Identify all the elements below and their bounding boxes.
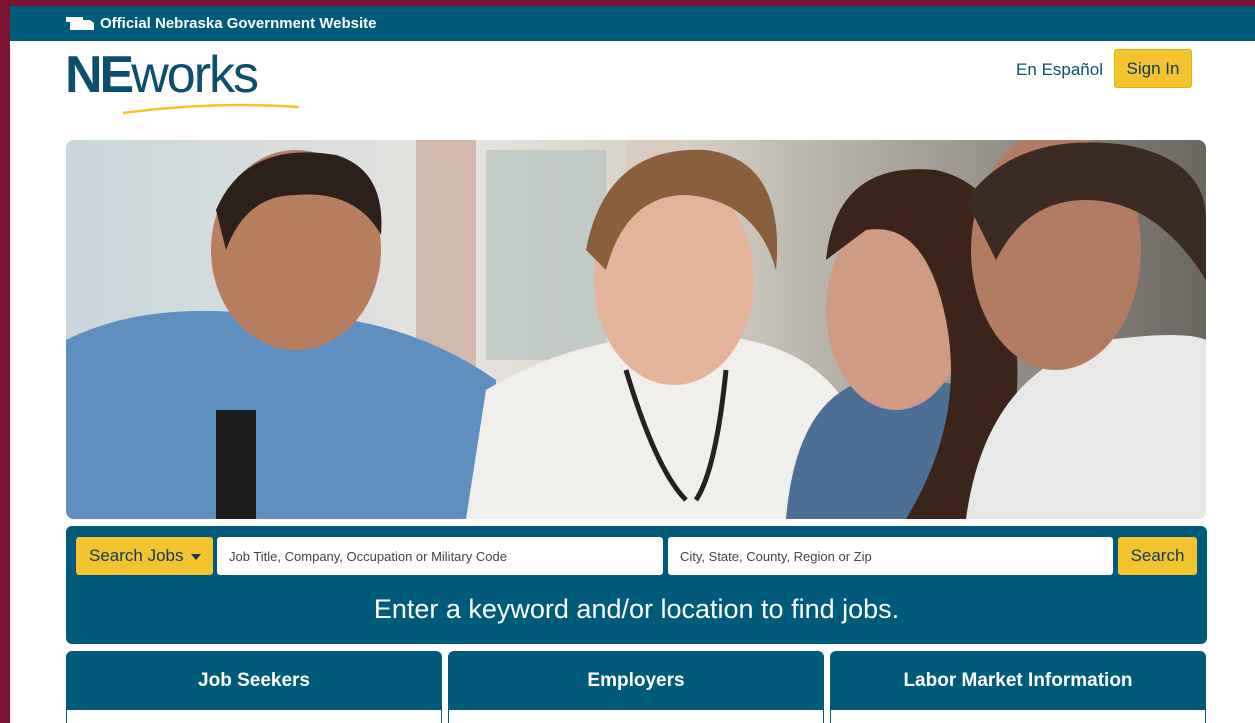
search-mode-label: Search Jobs <box>89 546 184 565</box>
card-title: Labor Market Information <box>903 670 1133 691</box>
search-button[interactable]: Search <box>1118 537 1197 575</box>
logo-swoosh <box>122 103 300 115</box>
caret-down-icon <box>190 553 201 560</box>
nebraska-state-icon <box>66 17 94 30</box>
location-search-input[interactable] <box>668 537 1113 575</box>
employers-card[interactable]: Employers <box>448 651 824 723</box>
sign-in-button[interactable]: Sign In <box>1114 49 1192 88</box>
neworks-logo[interactable]: NEworks <box>65 46 300 115</box>
labor-market-information-card[interactable]: Labor Market Information <box>830 651 1206 723</box>
hero-image <box>66 140 1206 519</box>
logo-ne: NE <box>65 46 134 104</box>
official-government-text: Official Nebraska Government Website <box>100 15 377 32</box>
card-title: Employers <box>587 670 685 691</box>
search-hint-text: Enter a keyword and/or location to find … <box>373 594 900 624</box>
hero-photo-healthcare-workers <box>66 140 1206 519</box>
job-search-panel: Search Jobs Search Enter a keyword and/o… <box>66 526 1207 644</box>
card-body <box>831 710 1205 723</box>
card-body <box>67 710 441 723</box>
job-seekers-card[interactable]: Job Seekers <box>66 651 442 723</box>
page: Official Nebraska Government Website NEw… <box>10 6 1255 723</box>
logo-works: works <box>131 46 259 104</box>
spanish-language-link[interactable]: En Español <box>1016 60 1103 80</box>
keyword-search-input[interactable] <box>217 537 663 575</box>
official-government-bar: Official Nebraska Government Website <box>10 6 1255 41</box>
audience-cards: Job Seekers Employers Labor Market Infor… <box>66 651 1207 723</box>
card-title: Job Seekers <box>198 670 310 691</box>
card-body <box>449 710 823 723</box>
site-header: NEworks En Español Sign In <box>10 41 1255 140</box>
search-mode-dropdown[interactable]: Search Jobs <box>76 537 213 575</box>
